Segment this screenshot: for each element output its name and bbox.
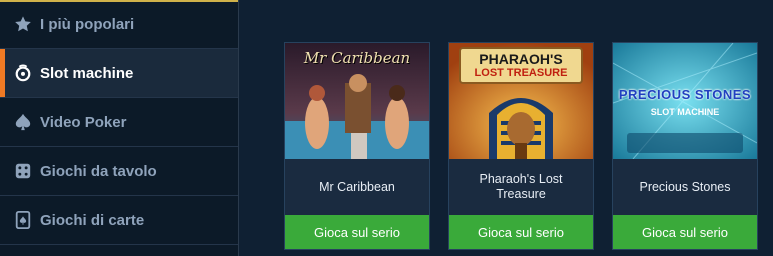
game-logo-line2: LOST TREASURE xyxy=(474,67,568,79)
game-logo-line2: SLOT MACHINE xyxy=(650,107,720,117)
sidebar-item-card-games[interactable]: Giochi di carte xyxy=(0,196,238,245)
sidebar-item-label: Slot machine xyxy=(40,64,134,82)
game-logo-panel: PHARAOH'S LOST TREASURE xyxy=(459,47,583,84)
play-for-real-button[interactable]: Gioca sul serio xyxy=(613,215,757,249)
sidebar-item-label: I più popolari xyxy=(40,15,135,33)
sidebar-item-popular[interactable]: I più popolari xyxy=(0,0,238,49)
play-for-real-button[interactable]: Gioca sul serio xyxy=(285,215,429,249)
game-title: Pharaoh's Lost Treasure xyxy=(479,172,563,201)
slot-icon xyxy=(14,64,32,82)
sidebar-item-slot-machine[interactable]: Slot machine xyxy=(0,49,238,98)
game-thumbnail[interactable]: PRECIOUS STONES SLOT MACHINE xyxy=(613,43,757,159)
game-card[interactable]: PHARAOH'S LOST TREASURE Pharaoh's Lost T… xyxy=(448,42,594,250)
spade-icon xyxy=(14,113,32,131)
sidebar-item-video-poker[interactable]: Video Poker xyxy=(0,98,238,147)
sidebar-item-label: Giochi da tavolo xyxy=(40,162,157,180)
game-logo-line1: PHARAOH'S xyxy=(479,51,563,67)
star-icon xyxy=(14,15,32,33)
game-card[interactable]: PRECIOUS STONES SLOT MACHINE Precious St… xyxy=(612,42,758,250)
dice-icon xyxy=(14,162,32,180)
game-thumbnail[interactable]: Mr Caribbean xyxy=(285,43,429,159)
game-title: Mr Caribbean xyxy=(319,179,395,194)
play-for-real-button[interactable]: Gioca sul serio xyxy=(449,215,593,249)
game-title: Precious Stones xyxy=(639,179,731,194)
game-card[interactable]: Mr Caribbean Mr Caribbean Gioca sul seri… xyxy=(284,42,430,250)
game-thumbnail[interactable]: PHARAOH'S LOST TREASURE xyxy=(449,43,593,159)
sidebar-item-label: Giochi di carte xyxy=(40,211,145,229)
sidebar-item-table-games[interactable]: Giochi da tavolo xyxy=(0,147,238,196)
sidebar-item-label: Video Poker xyxy=(40,113,127,131)
game-logo-line1: PRECIOUS STONES xyxy=(618,87,752,102)
category-sidebar: I più popolari Slot machine Video Poker … xyxy=(0,0,239,256)
game-logo: Mr Caribbean xyxy=(303,49,411,67)
card-icon xyxy=(14,211,32,229)
